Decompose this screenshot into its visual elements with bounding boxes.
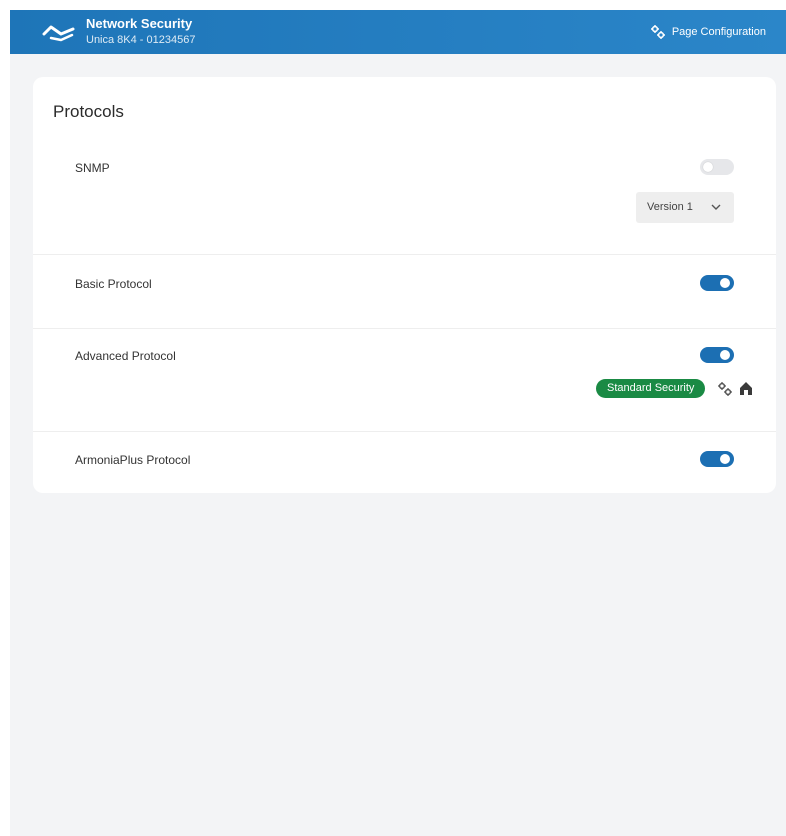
basic-protocol-toggle[interactable]: [700, 275, 734, 291]
app-title: Network Security: [86, 16, 193, 31]
toggle-knob: [720, 278, 730, 288]
snmp-label: SNMP: [75, 161, 110, 175]
advanced-protocol-label: Advanced Protocol: [75, 349, 176, 363]
armonia-protocol-toggle[interactable]: [700, 451, 734, 467]
wave-logo-icon: [42, 25, 75, 42]
app-header: Network Security Unica 8K4 - 01234567 Pa…: [10, 10, 786, 54]
chevron-down-icon: [711, 204, 721, 210]
armonia-protocol-label: ArmoniaPlus Protocol: [75, 453, 191, 467]
snmp-version-value: Version 1: [647, 201, 693, 213]
divider: [33, 254, 776, 255]
toggle-knob: [703, 162, 713, 172]
protocols-card: Protocols SNMP Version 1 Basic Protocol …: [33, 77, 776, 493]
app-window: Network Security Unica 8K4 - 01234567 Pa…: [10, 10, 786, 836]
gears-icon[interactable]: [717, 381, 733, 397]
card-title: Protocols: [53, 102, 124, 121]
header-titles: Network Security Unica 8K4 - 01234567: [86, 16, 195, 47]
toggle-knob: [720, 454, 730, 464]
page-configuration-button[interactable]: Page Configuration: [650, 24, 766, 40]
page-configuration-label: Page Configuration: [671, 26, 766, 38]
divider: [33, 328, 776, 329]
basic-protocol-label: Basic Protocol: [75, 277, 152, 291]
snmp-toggle[interactable]: [700, 159, 734, 175]
advanced-protocol-toggle[interactable]: [700, 347, 734, 363]
standard-security-badge[interactable]: Standard Security: [596, 379, 706, 398]
gears-icon: [650, 25, 665, 39]
toggle-knob: [720, 350, 730, 360]
home-icon[interactable]: [739, 381, 753, 396]
device-subtitle: Unica 8K4 - 01234567: [86, 34, 196, 46]
divider: [33, 431, 776, 432]
snmp-version-select[interactable]: Version 1: [636, 192, 734, 223]
